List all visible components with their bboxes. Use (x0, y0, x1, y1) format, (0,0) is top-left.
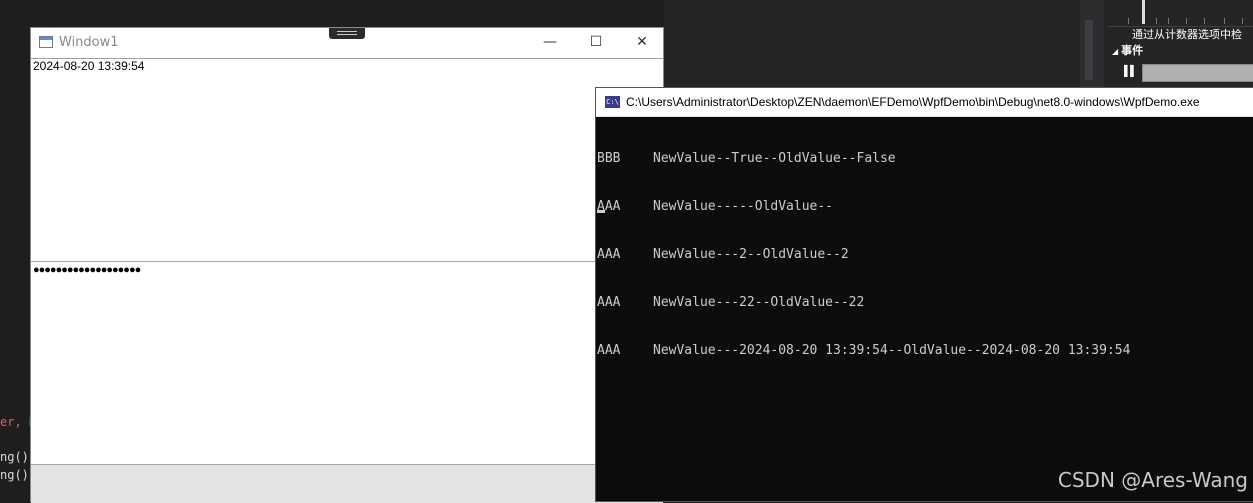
pause-icon[interactable]: ▌▌ (1124, 66, 1137, 77)
console-title-bar[interactable]: C:\ C:\Users\Administrator\Desktop\ZEN\d… (596, 88, 1253, 117)
window-title: Window1 (59, 35, 119, 50)
password-box[interactable]: ●●●●●●●●●●●●●●●●●●● (33, 264, 141, 276)
console-line: AAA NewValue-----OldValue-- (597, 199, 834, 214)
debug-toolbar-handle[interactable] (329, 28, 365, 39)
events-section-header[interactable]: ◢ 事件 (1112, 42, 1143, 58)
wpf-window: Window1 — ☐ ✕ 2024-08-20 13:39:54 ●●●●●●… (30, 27, 664, 503)
scrollbar-thumb[interactable] (1085, 20, 1093, 80)
window-footer (31, 464, 663, 503)
date-textblock: 2024-08-20 13:39:54 (33, 59, 145, 73)
console-line: AAA NewValue---22--OldValue--22 (597, 295, 865, 310)
counter-tooltip: 通过从计数器选项中检 (1132, 28, 1242, 41)
console-title: C:\Users\Administrator\Desktop\ZEN\daemo… (626, 95, 1200, 109)
console-line: AAA NewValue---2--OldValue--2 (597, 247, 849, 262)
watermark: CSDN @Ares-Wang (1057, 468, 1248, 492)
console-line: BBB NewValue--True--OldValue--False (597, 151, 896, 166)
diagnostic-tools-panel: 通过从计数器选项中检 ◢ 事件 ▌▌ (1104, 0, 1253, 90)
console-cursor (597, 210, 605, 213)
minimize-button[interactable]: — (527, 28, 573, 56)
timeline[interactable] (1108, 0, 1253, 27)
window-title-bar[interactable]: Window1 — ☐ ✕ (31, 28, 663, 59)
events-bar (1142, 64, 1253, 82)
timeline-marker (1142, 0, 1145, 24)
maximize-button[interactable]: ☐ (573, 28, 619, 56)
close-button[interactable]: ✕ (619, 28, 665, 56)
ide-scrollbar[interactable] (1080, 0, 1104, 90)
console-output: BBB NewValue--True--OldValue--False AAA Ne… (597, 119, 1130, 391)
console-window: C:\ C:\Users\Administrator\Desktop\ZEN\d… (595, 87, 1253, 502)
divider (31, 261, 663, 262)
expand-icon: ◢ (1112, 47, 1119, 56)
console-line: AAA NewValue---2024-08-20 13:39:54--OldVa… (597, 343, 1131, 358)
console-icon: C:\ (605, 96, 620, 108)
window-icon (39, 36, 53, 48)
